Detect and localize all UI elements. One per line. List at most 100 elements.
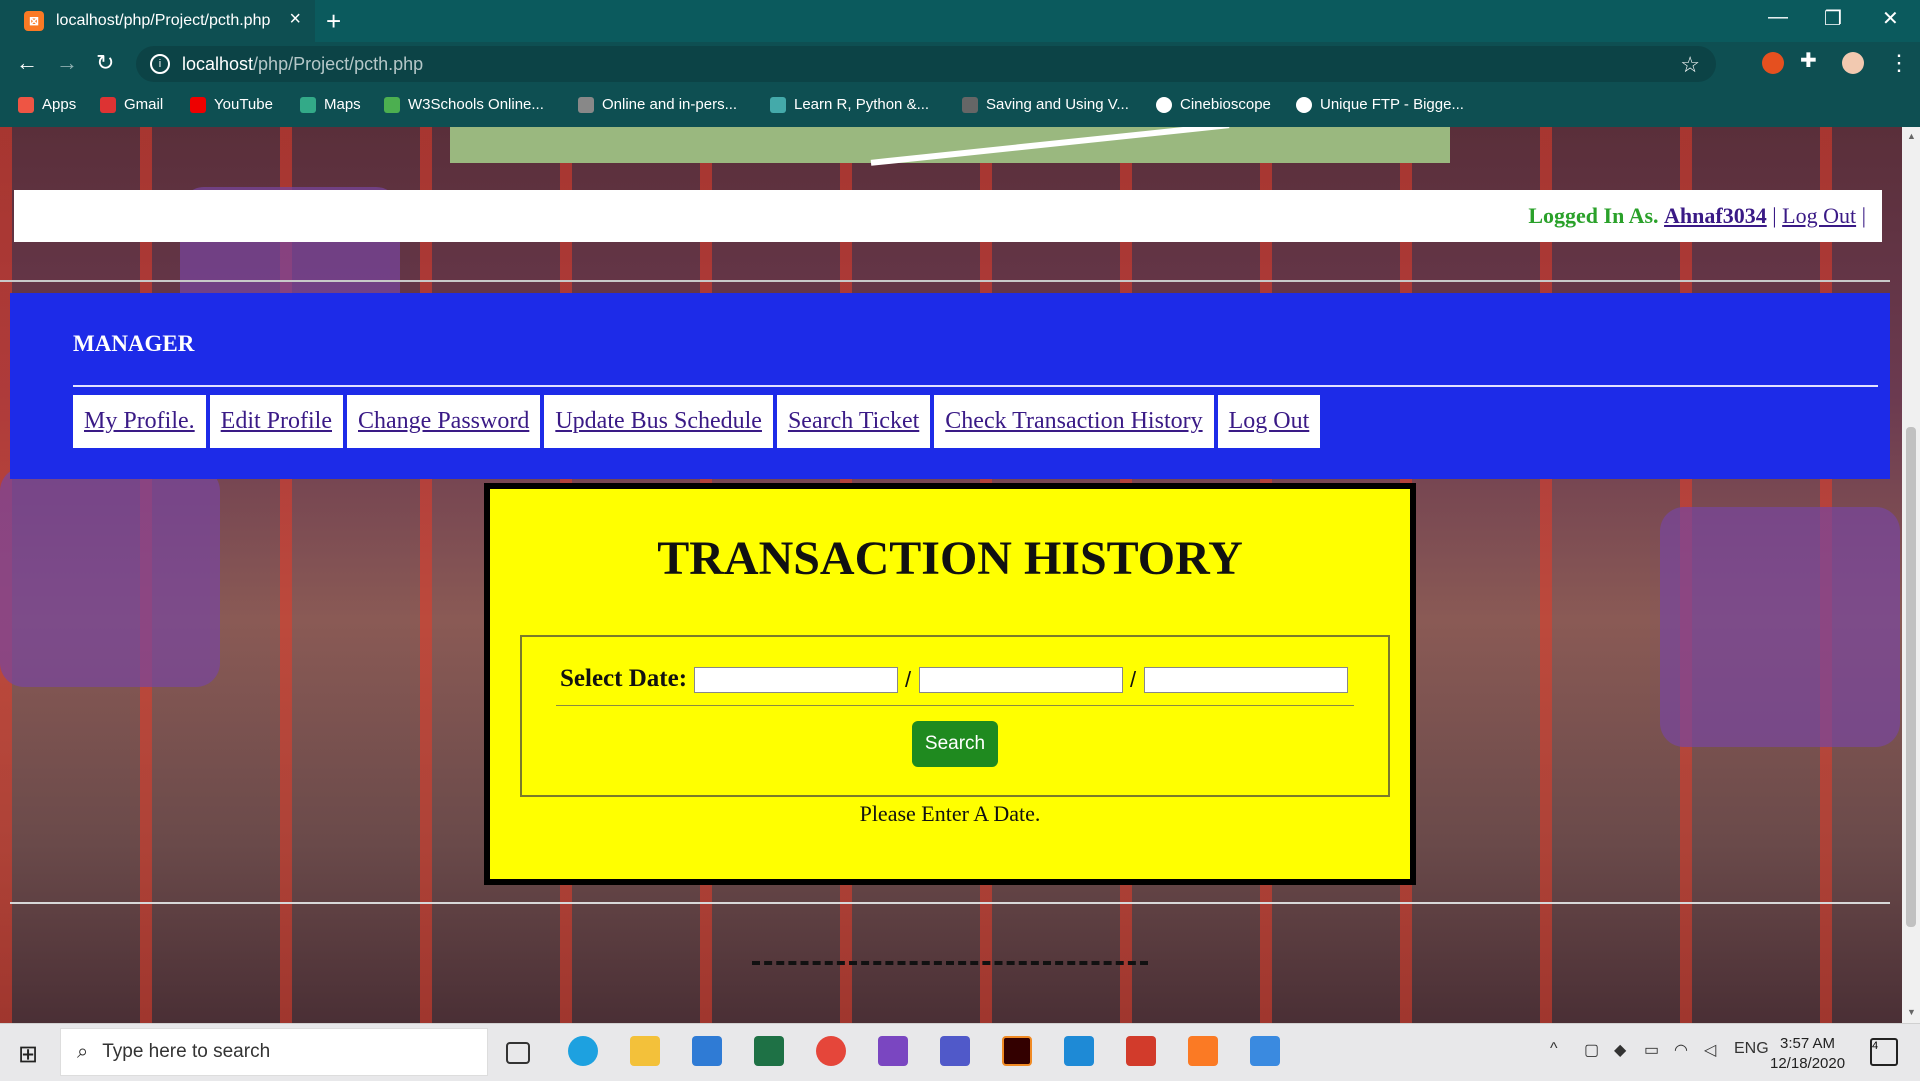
bookmark-uniqueftp[interactable]: Unique FTP - Bigge... [1296, 96, 1464, 113]
windows-start-icon[interactable]: ⊞ [18, 1040, 38, 1069]
bookmark-online[interactable]: Online and in-pers... [578, 96, 737, 113]
menu-change-password[interactable]: Change Password [347, 395, 541, 448]
month-input[interactable] [919, 667, 1123, 693]
app-icon[interactable] [1126, 1036, 1156, 1066]
volume-icon[interactable]: ◁ [1704, 1040, 1716, 1060]
bookmark-apps[interactable]: Apps [18, 96, 76, 113]
browser-toolbar: ← → ↻ i localhost /php/Project/pcth.php … [0, 42, 1920, 85]
dropbox-icon[interactable]: ◆ [1614, 1040, 1626, 1060]
tab-strip: ⊠ localhost/php/Project/pcth.php × + — ❐… [0, 0, 1920, 42]
logged-in-label: Logged In As. [1528, 203, 1659, 228]
youtube-icon [190, 96, 206, 113]
site-icon [578, 96, 594, 113]
excel-icon[interactable] [754, 1036, 784, 1066]
menu-my-profile[interactable]: My Profile. [73, 395, 206, 448]
xampp-favicon-icon: ⊠ [24, 11, 44, 31]
xampp-icon[interactable] [1188, 1036, 1218, 1066]
taskbar-search[interactable]: ⌕ Type here to search [60, 1028, 488, 1076]
vscode-icon[interactable] [1064, 1036, 1094, 1066]
file-explorer-icon[interactable] [630, 1036, 660, 1066]
menu-log-out[interactable]: Log Out [1217, 395, 1321, 448]
site-info-icon[interactable]: i [150, 54, 170, 74]
extension-icon[interactable] [1762, 52, 1784, 74]
dashed-divider [752, 961, 1148, 965]
visual-studio-icon[interactable] [878, 1036, 908, 1066]
notification-center-icon[interactable]: 4 [1870, 1038, 1898, 1066]
clock[interactable]: 3:57 AM 12/18/2020 [1770, 1034, 1845, 1074]
new-tab-icon[interactable]: + [326, 6, 341, 37]
minimize-icon[interactable]: — [1768, 6, 1788, 29]
taskbar-search-placeholder: Type here to search [102, 1041, 271, 1062]
bookmark-w3schools[interactable]: W3Schools Online... [384, 96, 544, 113]
menu-edit-profile[interactable]: Edit Profile [209, 395, 343, 448]
top-banner-image [450, 127, 1450, 166]
browser-tab[interactable]: ⊠ localhost/php/Project/pcth.php × [0, 0, 315, 42]
url-host: localhost [182, 53, 254, 74]
scroll-down-icon[interactable]: ▼ [1907, 1007, 1916, 1017]
close-window-icon[interactable]: ✕ [1882, 6, 1899, 31]
divider [10, 902, 1890, 904]
w3schools-icon [384, 96, 400, 113]
login-status-bar: Logged In As. Ahnaf3034 | Log Out | [14, 190, 1882, 242]
reload-icon[interactable]: ↻ [96, 50, 114, 76]
status-message: Please Enter A Date. [859, 801, 1041, 826]
clock-date: 12/18/2020 [1770, 1055, 1846, 1072]
username-link[interactable]: Ahnaf3034 [1664, 203, 1767, 228]
bookmark-gmail[interactable]: Gmail [100, 96, 163, 113]
address-bar[interactable]: i localhost /php/Project/pcth.php ☆ [136, 46, 1716, 82]
illustrator-icon[interactable] [1002, 1036, 1032, 1066]
manager-panel: MANAGER My Profile. Edit Profile Change … [10, 293, 1890, 479]
site-icon [962, 96, 978, 113]
date-separator: / [905, 667, 912, 692]
maps-icon [300, 96, 316, 113]
bookmark-youtube[interactable]: YouTube [190, 96, 273, 113]
edge-icon[interactable] [568, 1036, 598, 1066]
wifi-icon[interactable]: ◠ [1674, 1040, 1688, 1060]
menu-check-transaction-history[interactable]: Check Transaction History [934, 395, 1214, 448]
language-indicator[interactable]: ENG [1734, 1040, 1769, 1058]
manager-menu: My Profile. Edit Profile Change Password… [73, 395, 1321, 448]
menu-dots-icon[interactable]: ⋮ [1888, 50, 1910, 76]
background-seat [0, 467, 220, 687]
menu-update-bus-schedule[interactable]: Update Bus Schedule [544, 395, 773, 448]
restore-icon[interactable]: ❐ [1824, 6, 1842, 31]
gmail-icon [100, 96, 116, 113]
extensions-puzzle-icon[interactable]: ✚ [1800, 48, 1822, 72]
bookmark-maps[interactable]: Maps [300, 96, 361, 113]
bookmarks-bar: Apps Gmail YouTube Maps W3Schools Online… [0, 85, 1920, 127]
mail-icon[interactable] [692, 1036, 722, 1066]
search-button[interactable]: Search [912, 721, 998, 767]
year-input[interactable] [1144, 667, 1348, 693]
date-separator: / [1130, 667, 1137, 692]
show-hidden-icons-icon[interactable]: ^ [1550, 1040, 1558, 1058]
bookmark-star-icon[interactable]: ☆ [1680, 52, 1700, 78]
profile-avatar[interactable] [1842, 52, 1864, 74]
notification-count: 4 [1872, 1040, 1879, 1052]
battery-icon[interactable]: ▭ [1644, 1040, 1659, 1060]
header-logout-link[interactable]: Log Out [1782, 203, 1856, 228]
bookmark-cinebioscope[interactable]: Cinebioscope [1156, 96, 1271, 113]
close-tab-icon[interactable]: × [289, 8, 301, 31]
chrome-icon[interactable] [816, 1036, 846, 1066]
page-title: TRANSACTION HISTORY [657, 532, 1243, 585]
forward-icon[interactable]: → [56, 50, 78, 76]
select-date-label: Select Date: [560, 665, 688, 692]
taskbar: ⊞ ⌕ Type here to search ^ ▢ ◆ ▭ ◠ ◁ ENG … [0, 1023, 1920, 1081]
task-view-icon[interactable] [506, 1042, 530, 1064]
back-icon[interactable]: ← [16, 50, 38, 76]
clock-time: 3:57 AM [1780, 1035, 1836, 1052]
scroll-up-icon[interactable]: ▲ [1907, 131, 1916, 141]
search-icon: ⌕ [77, 1040, 89, 1063]
device-icon[interactable]: ▢ [1584, 1040, 1599, 1060]
day-input[interactable] [694, 667, 898, 693]
teams-icon[interactable] [940, 1036, 970, 1066]
apps-grid-icon [18, 96, 34, 113]
bookmark-learn[interactable]: Learn R, Python &... [770, 96, 929, 113]
bookmark-saving[interactable]: Saving and Using V... [962, 96, 1129, 113]
divider [0, 280, 1890, 282]
photos-icon[interactable] [1250, 1036, 1280, 1066]
scrollbar-thumb[interactable] [1906, 427, 1916, 927]
vertical-scrollbar[interactable]: ▲ ▼ [1902, 127, 1920, 1023]
panel-divider [73, 385, 1878, 387]
menu-search-ticket[interactable]: Search Ticket [776, 395, 931, 448]
